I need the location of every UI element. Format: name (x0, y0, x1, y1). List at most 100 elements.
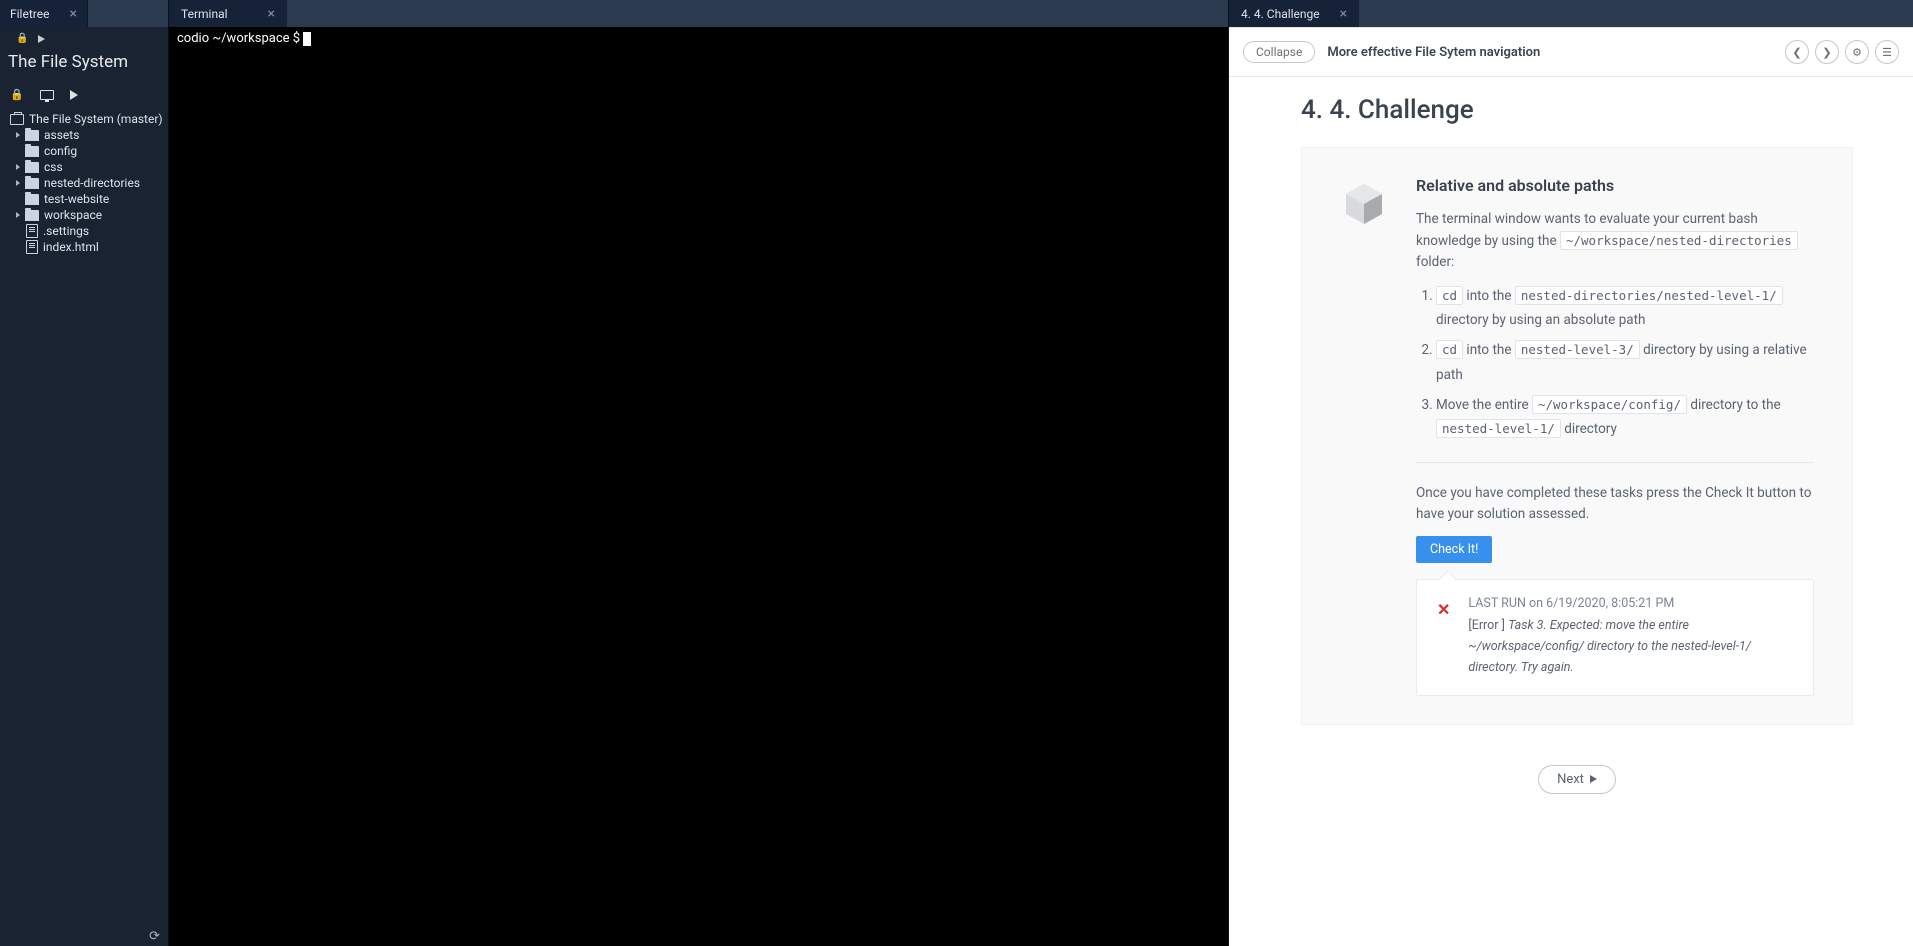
tree-item-label: css (44, 160, 63, 174)
tree-item-label: assets (44, 128, 79, 142)
challenge-steps: cd into the nested-directories/nested-le… (1416, 284, 1814, 442)
guide-tab-bar: 4. 4. Challenge × (1229, 0, 1913, 27)
check-it-button[interactable]: Check It! (1416, 536, 1492, 563)
folder-icon (25, 194, 39, 205)
error-prefix: [Error ] (1468, 618, 1508, 633)
caret-icon (16, 180, 20, 186)
next-button[interactable]: Next (1538, 765, 1616, 794)
tree-item-label: index.html (43, 240, 99, 254)
fail-icon: ✕ (1437, 600, 1450, 679)
guide-header-icons: ❮ ❯ ⚙ ☰ (1785, 40, 1899, 64)
terminal-panel: Terminal × codio ~/workspace $ (168, 0, 1229, 946)
code-snippet: nested-directories/nested-level-1/ (1515, 286, 1783, 305)
folder-icon (25, 146, 39, 157)
code-snippet: nested-level-3/ (1515, 340, 1640, 359)
step-1: cd into the nested-directories/nested-le… (1436, 284, 1814, 333)
tree-root[interactable]: The File System (master) (0, 111, 168, 127)
tree-item-label: test-website (44, 192, 109, 206)
next-page-button[interactable]: ❯ (1815, 40, 1839, 64)
challenge-card: Relative and absolute paths The terminal… (1301, 147, 1853, 725)
guide-tab[interactable]: 4. 4. Challenge × (1229, 0, 1359, 27)
tree-file-settings[interactable]: .settings (0, 223, 168, 239)
gear-icon[interactable]: ⚙ (1845, 40, 1869, 64)
refresh-icon[interactable]: ⟳ (149, 929, 160, 944)
project-title: The File System (8, 50, 160, 74)
guide-tab-label: 4. 4. Challenge (1241, 7, 1320, 21)
guide-header: Collapse More effective File Sytem navig… (1229, 28, 1913, 77)
filetree-tab-bar: Filetree × (0, 0, 168, 27)
folder-icon (25, 130, 39, 141)
filetree-footer: ⟳ (0, 926, 168, 946)
divider (1416, 462, 1814, 463)
filetree-panel: Filetree × 🔒 The File System 🔒 The File … (0, 0, 168, 946)
tree-folder-test-website[interactable]: test-website (0, 191, 168, 207)
file-icon (26, 224, 38, 238)
caret-icon (16, 212, 20, 218)
step-2: cd into the nested-level-3/ directory by… (1436, 338, 1814, 387)
code-snippet: cd (1436, 340, 1463, 359)
guide-body: Collapse More effective File Sytem navig… (1229, 27, 1913, 946)
file-icon (26, 240, 38, 254)
terminal-tab-label: Terminal (181, 7, 228, 21)
close-icon[interactable]: × (69, 6, 76, 22)
tree-folder-workspace[interactable]: workspace (0, 207, 168, 223)
completed-text: Once you have completed these tasks pres… (1416, 483, 1814, 526)
briefcase-icon (10, 114, 24, 125)
play-icon (1590, 775, 1597, 783)
menu-icon[interactable]: ☰ (1875, 40, 1899, 64)
lock-icon[interactable]: 🔒 (10, 88, 24, 101)
play-icon[interactable] (70, 90, 78, 100)
tree-root-label: The File System (master) (29, 112, 163, 126)
tree-item-label: config (44, 144, 77, 158)
tree-folder-css[interactable]: css (0, 159, 168, 175)
tree-folder-assets[interactable]: assets (0, 127, 168, 143)
last-run-label: LAST RUN (1468, 596, 1525, 611)
tree-file-index-html[interactable]: index.html (0, 239, 168, 255)
caret-icon (16, 164, 20, 170)
filetree-tab-label: Filetree (10, 7, 49, 21)
lock-icon[interactable]: 🔒 (16, 33, 28, 44)
close-icon[interactable]: × (268, 6, 275, 22)
filetree-tab[interactable]: Filetree × (0, 0, 88, 27)
project-header: 🔒 The File System (0, 27, 168, 82)
code-snippet: ~/workspace/nested-directories (1560, 231, 1798, 250)
play-icon[interactable] (38, 35, 45, 43)
terminal-tab[interactable]: Terminal × (169, 0, 287, 27)
file-tree[interactable]: The File System (master) assets config c… (0, 107, 168, 926)
close-icon[interactable]: × (1340, 6, 1347, 22)
tree-item-label: .settings (43, 224, 89, 238)
guide-breadcrumb: More effective File Sytem navigation (1327, 45, 1540, 60)
folder-icon (25, 178, 39, 189)
tree-item-label: nested-directories (44, 176, 140, 190)
folder-icon (25, 162, 39, 173)
error-message: Task 3. Expected: move the entire ~/work… (1468, 618, 1750, 676)
guide-content: 4. 4. Challenge Relative and absolute pa… (1229, 77, 1913, 834)
folder-icon (25, 210, 39, 221)
prev-page-button[interactable]: ❮ (1785, 40, 1809, 64)
cube-icon (1340, 180, 1388, 228)
step-3: Move the entire ~/workspace/config/ dire… (1436, 393, 1814, 442)
filetree-toolbar: 🔒 (0, 82, 168, 107)
intro-paragraph: The terminal window wants to evaluate yo… (1416, 209, 1814, 274)
collapse-button[interactable]: Collapse (1243, 41, 1315, 63)
terminal-tab-bar: Terminal × (169, 0, 1228, 27)
project-header-icons: 🔒 (8, 31, 160, 50)
code-snippet: ~/workspace/config/ (1532, 395, 1687, 414)
last-run-time: on 6/19/2020, 8:05:21 PM (1526, 596, 1674, 611)
card-title: Relative and absolute paths (1416, 176, 1814, 195)
code-snippet: cd (1436, 286, 1463, 305)
monitor-icon[interactable] (40, 90, 54, 100)
tree-folder-nested-directories[interactable]: nested-directories (0, 175, 168, 191)
terminal[interactable]: codio ~/workspace $ (169, 27, 1228, 946)
cursor-icon (303, 32, 311, 46)
result-box: ✕ LAST RUN on 6/19/2020, 8:05:21 PM [Err… (1416, 579, 1814, 696)
result-text: LAST RUN on 6/19/2020, 8:05:21 PM [Error… (1468, 596, 1793, 679)
guide-panel: 4. 4. Challenge × Collapse More effectiv… (1229, 0, 1913, 946)
tree-item-label: workspace (44, 208, 102, 222)
terminal-prompt: codio ~/workspace $ (177, 31, 303, 46)
code-snippet: nested-level-1/ (1436, 419, 1561, 438)
next-button-label: Next (1557, 772, 1584, 787)
caret-icon (16, 132, 20, 138)
page-title: 4. 4. Challenge (1301, 95, 1853, 125)
tree-folder-config[interactable]: config (0, 143, 168, 159)
